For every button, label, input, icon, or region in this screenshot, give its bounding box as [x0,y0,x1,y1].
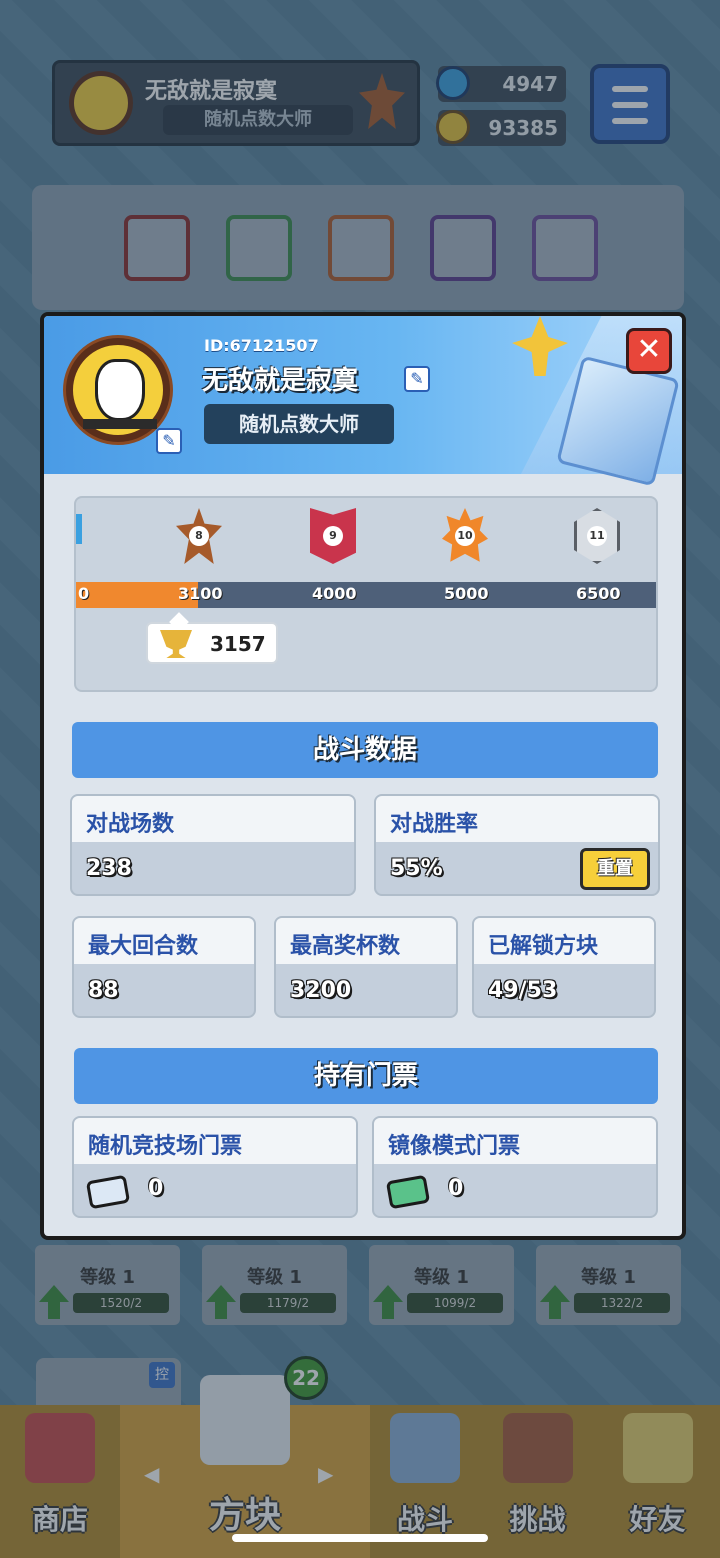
ticket-mirror-mode: 镜像模式门票 0 [372,1116,658,1218]
edit-name-icon[interactable]: ✎ [404,366,430,392]
stat-label: 对战胜率 [390,812,479,837]
tickets-header: 持有门票 [74,1048,658,1104]
avatar-face-icon [95,359,145,421]
rank-10-icon: 10 [442,508,488,562]
rank-tick: 0 [78,584,90,603]
ticket-count: 0 [148,1176,164,1201]
profile-modal: ✎ ID:67121507 无敌就是寂寞 ✎ 随机点数大师 ✕ 8 9 10 1… [40,312,686,1240]
stat-max-rounds: 最大回合数 88 [72,916,256,1018]
battle-stats-header: 战斗数据 [72,722,658,778]
ticket-label: 随机竞技场门票 [88,1134,243,1159]
rank-tick: 4000 [312,584,357,603]
current-trophies: 3157 [146,622,278,664]
trophy-count: 3157 [210,632,266,656]
close-button[interactable]: ✕ [626,328,672,374]
stat-value: 49/53 [488,978,558,1003]
stat-label: 最大回合数 [88,934,199,959]
stat-value: 88 [88,978,119,1003]
stat-unlocked-blocks: 已解锁方块 49/53 [472,916,656,1018]
reset-button[interactable]: 重置 [580,848,650,890]
mirror-ticket-icon [385,1174,431,1210]
home-indicator[interactable] [232,1534,488,1542]
edit-avatar-icon[interactable]: ✎ [156,428,182,454]
ticket-label: 镜像模式门票 [388,1134,521,1159]
arena-ticket-icon [85,1174,131,1210]
rank-8-icon: 8 [176,508,222,564]
user-name: 无敌就是寂寞 [202,366,359,396]
rank-progress-bar [76,582,656,608]
stat-value: 55% [390,856,443,881]
rank-progress-panel: 8 9 10 11 0 3100 4000 5000 6500 3157 [74,496,658,692]
ticket-random-arena: 随机竞技场门票 0 [72,1116,358,1218]
stat-winrate: 对战胜率 55% 重置 [374,794,660,896]
trophy-icon [160,630,192,658]
profile-header: ✎ ID:67121507 无敌就是寂寞 ✎ 随机点数大师 ✕ [44,316,682,487]
stat-value: 3200 [290,978,352,1003]
profile-avatar[interactable] [66,338,170,442]
stat-label: 最高奖杯数 [290,934,401,959]
stat-matches: 对战场数 238 [70,794,356,896]
user-id: ID:67121507 [204,336,319,355]
rank-tick: 5000 [444,584,489,603]
user-title[interactable]: 随机点数大师 [204,404,394,444]
rank-tick: 6500 [576,584,621,603]
ticket-count: 0 [448,1176,464,1201]
sword-decoration-icon [512,316,568,376]
rank-9-icon: 9 [310,508,356,564]
stat-label: 对战场数 [86,812,175,837]
stat-max-trophies: 最高奖杯数 3200 [274,916,458,1018]
stat-label: 已解锁方块 [488,934,599,959]
rank-tick: 3100 [178,584,223,603]
rank-11-icon: 11 [574,508,620,564]
stat-value: 238 [86,856,132,881]
